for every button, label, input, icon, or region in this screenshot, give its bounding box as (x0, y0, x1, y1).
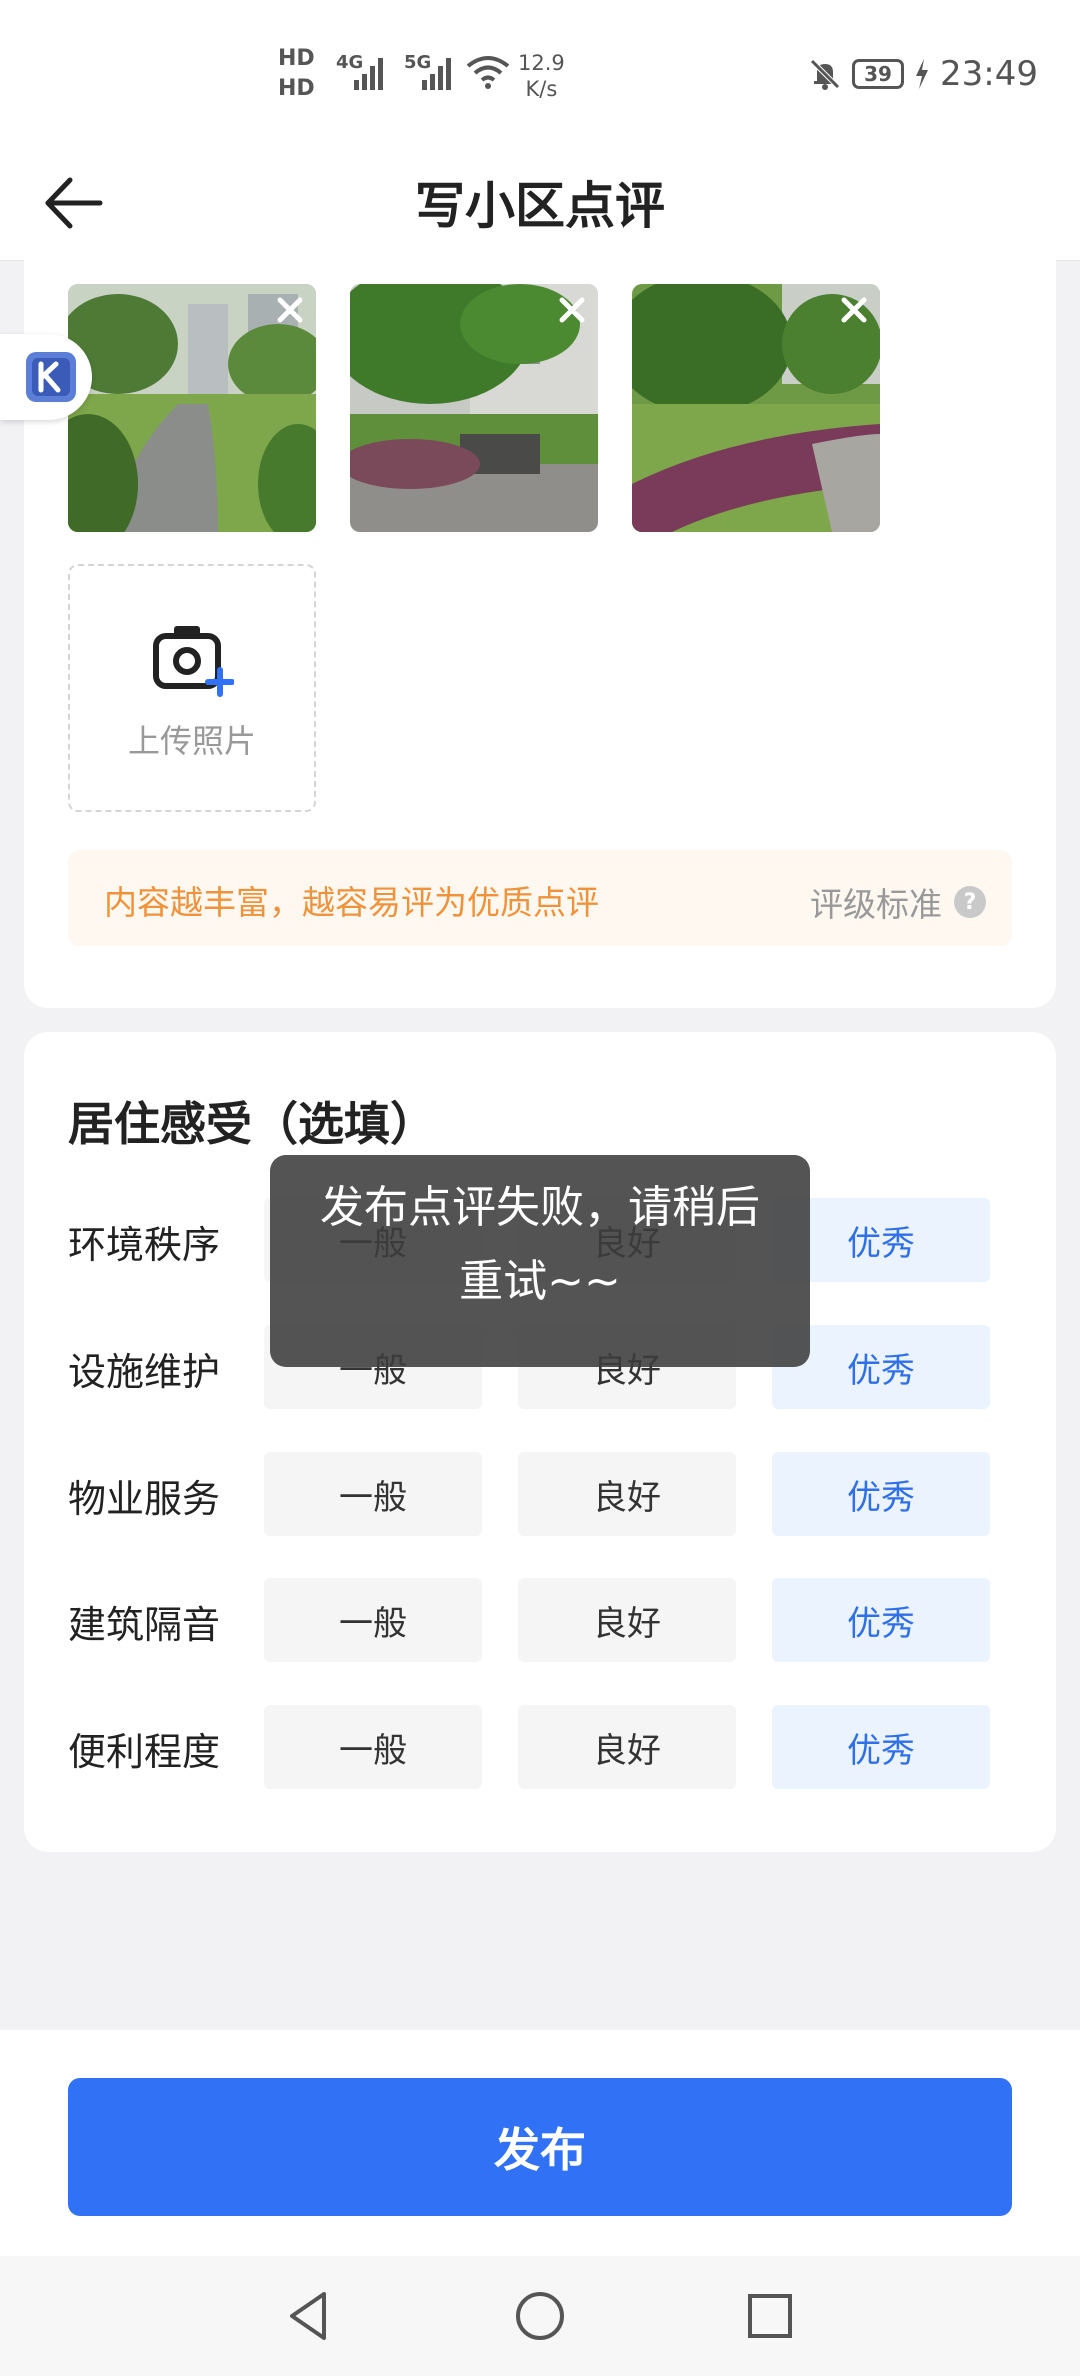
photo-thumbnail-1[interactable] (68, 284, 316, 532)
bell-muted-icon (810, 59, 840, 90)
clock: 23:49 (940, 54, 1038, 94)
row-label: 建筑隔音 (68, 1603, 221, 1647)
k-logo-icon (26, 352, 76, 402)
option-good[interactable]: 良好 (518, 1578, 736, 1662)
wifi-icon (466, 56, 510, 89)
publish-button[interactable]: 发布 (68, 2078, 1012, 2216)
page-title: 写小区点评 (415, 177, 665, 235)
rating-row-convenience: 便利程度 一般 良好 优秀 (68, 1705, 1012, 1789)
rating-row-soundproofing: 建筑隔音 一般 良好 优秀 (68, 1578, 1012, 1662)
status-right: 39 23:49 (808, 54, 1038, 94)
option-good[interactable]: 良好 (518, 1452, 736, 1536)
rating-row-property-service: 物业服务 一般 良好 优秀 (68, 1452, 1012, 1536)
upload-label: 上传照片 (127, 722, 256, 760)
status-bar: HD HD 4G 5G 12.9 K/s 39 23:49 (0, 0, 1080, 140)
option-excellent[interactable]: 优秀 (772, 1578, 990, 1662)
signal-icon-2 (422, 58, 451, 90)
photo-thumbnail-3[interactable] (632, 284, 880, 532)
upload-photo-button[interactable]: 上传照片 (68, 564, 316, 812)
charging-icon (916, 59, 929, 89)
home-circle-icon[interactable] (508, 2284, 572, 2348)
option-good[interactable]: 良好 (518, 1705, 736, 1789)
option-average[interactable]: 一般 (264, 1705, 482, 1789)
bottom-bar: 发布 (0, 2030, 1080, 2256)
signal-icon (354, 58, 383, 90)
photo-card: 上传照片 内容越丰富，越容易评为优质点评 评级标准 ? (24, 230, 1056, 1008)
speed-unit: K/s (525, 77, 558, 101)
camera-plus-icon (153, 626, 234, 697)
rating-standard-link[interactable]: 评级标准 ? (810, 878, 986, 926)
row-label: 设施维护 (68, 1350, 221, 1394)
help-icon: ? (954, 886, 986, 918)
row-label: 环境秩序 (68, 1223, 221, 1267)
close-icon[interactable] (270, 290, 310, 330)
error-toast: 发布点评失败，请稍后重试~~ (270, 1155, 810, 1367)
option-average[interactable]: 一般 (264, 1578, 482, 1662)
speed-value: 12.9 (518, 51, 565, 75)
hd-2: HD (278, 76, 315, 101)
row-label: 便利程度 (68, 1730, 221, 1774)
option-excellent[interactable]: 优秀 (772, 1452, 990, 1536)
back-triangle-icon[interactable] (278, 2284, 342, 2348)
section-title: 居住感受（选填） (68, 1097, 436, 1151)
tip-text: 内容越丰富，越容易评为优质点评 (104, 883, 599, 922)
hd-1: HD (278, 46, 315, 71)
battery-indicator: 39 (852, 59, 905, 89)
close-icon[interactable] (834, 290, 874, 330)
system-nav-bar (0, 2256, 1080, 2376)
quality-tip: 内容越丰富，越容易评为优质点评 评级标准 ? (68, 850, 1012, 946)
floating-assistant-button[interactable] (0, 334, 92, 420)
recents-square-icon[interactable] (738, 2284, 802, 2348)
network-speed: 12.9 K/s (518, 50, 565, 102)
option-average[interactable]: 一般 (264, 1452, 482, 1536)
photo-thumbnail-2[interactable] (350, 284, 598, 532)
row-label: 物业服务 (68, 1477, 221, 1521)
close-icon[interactable] (552, 290, 592, 330)
option-excellent[interactable]: 优秀 (772, 1705, 990, 1789)
hd-indicator: HD HD (278, 44, 315, 104)
rating-standard-label: 评级标准 (810, 885, 942, 924)
